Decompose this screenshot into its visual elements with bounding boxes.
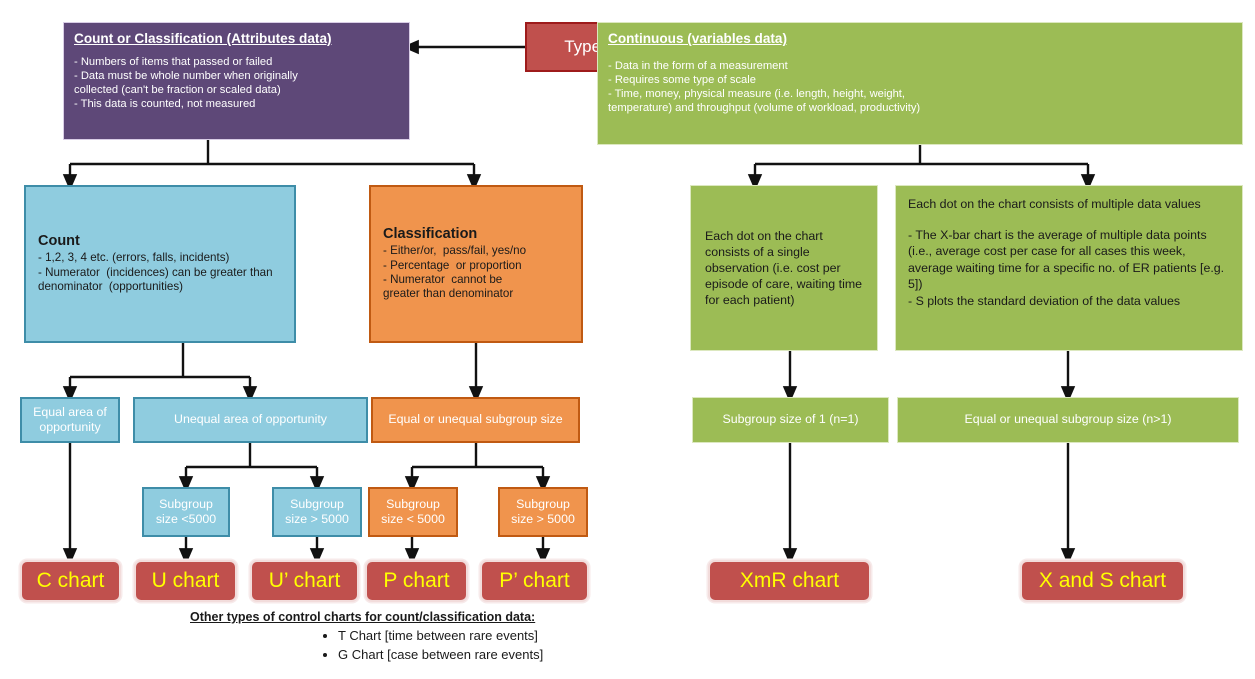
attributes-line: - Data must be whole number when origina… <box>74 69 298 82</box>
multi-observation-line: Each dot on the chart consists of multip… <box>908 197 1201 211</box>
p-prime-chart-label: P’ chart <box>499 569 570 592</box>
c-chart-label: C chart <box>36 569 105 592</box>
attributes-line: - Numbers of items that passed or failed <box>74 56 273 68</box>
footnote-list: T Chart [time between rare events] G Cha… <box>190 627 610 665</box>
classification-line: - Percentage or proportion <box>383 258 522 272</box>
count-title: Count <box>38 233 80 250</box>
node-subgroup-size-n[interactable]: Equal or unequal subgroup size (n>1) <box>897 397 1239 443</box>
node-classification[interactable]: Classification - Either/or, pass/fail, y… <box>369 185 583 343</box>
blue-subgroup-small-label: Subgroup size <5000 <box>155 496 217 527</box>
count-line: - Numerator (incidences) can be greater … <box>38 265 273 279</box>
p-chart-label: P chart <box>383 569 450 592</box>
node-orange-subgroup-small[interactable]: Subgroup size < 5000 <box>368 487 458 537</box>
continuous-line: - Data in the form of a measurement <box>608 60 788 72</box>
subgroup-size-n-label: Equal or unequal subgroup size (n>1) <box>964 412 1172 427</box>
attributes-line: collected (can't be fraction or scaled d… <box>74 83 281 96</box>
equal-area-label: Equal area of opportunity <box>33 404 107 435</box>
node-p-prime-chart[interactable]: P’ chart <box>480 560 589 602</box>
u-prime-chart-label: U’ chart <box>268 569 341 592</box>
node-p-chart[interactable]: P chart <box>365 560 468 602</box>
node-blue-subgroup-large[interactable]: Subgroup size > 5000 <box>272 487 362 537</box>
blue-subgroup-large-label: Subgroup size > 5000 <box>285 496 349 527</box>
node-equal-or-unequal-subgroup-size[interactable]: Equal or unequal subgroup size <box>371 397 580 443</box>
footnote-title: Other types of control charts for count/… <box>190 610 536 624</box>
count-line: - 1,2, 3, 4 etc. (errors, falls, inciden… <box>38 251 230 265</box>
node-xmr-chart[interactable]: XmR chart <box>708 560 871 602</box>
node-unequal-area-of-opportunity[interactable]: Unequal area of opportunity <box>133 397 368 443</box>
footnote-item: T Chart [time between rare events] <box>338 627 610 646</box>
attributes-title: Count or Classification (Attributes data… <box>74 31 332 46</box>
classification-title: Classification <box>383 226 478 243</box>
flowchart-canvas: Type of data Count or Classification (At… <box>0 0 1255 679</box>
continuous-line: - Time, money, physical measure (i.e. le… <box>608 87 906 100</box>
node-attributes-data[interactable]: Count or Classification (Attributes data… <box>63 22 410 140</box>
node-u-chart[interactable]: U chart <box>134 560 237 602</box>
count-line: denominator (opportunities) <box>38 280 184 294</box>
x-and-s-chart-label: X and S chart <box>1038 569 1167 592</box>
footnote-item: G Chart [case between rare events] <box>338 646 610 665</box>
unequal-area-label: Unequal area of opportunity <box>174 412 327 427</box>
multi-observation-line: - S plots the standard deviation of the … <box>908 293 1181 308</box>
node-equal-area-of-opportunity[interactable]: Equal area of opportunity <box>20 397 120 443</box>
equal-or-unequal-subgroup-label: Equal or unequal subgroup size <box>388 412 563 427</box>
orange-subgroup-large-label: Subgroup size > 5000 <box>511 496 575 527</box>
classification-line: - Either/or, pass/fail, yes/no <box>383 244 527 258</box>
orange-subgroup-small-label: Subgroup size < 5000 <box>381 496 445 527</box>
node-u-prime-chart[interactable]: U’ chart <box>250 560 359 602</box>
node-single-observation[interactable]: Each dot on the chart consists of a sing… <box>690 185 878 351</box>
subgroup-size-1-label: Subgroup size of 1 (n=1) <box>722 412 859 427</box>
node-subgroup-size-of-1[interactable]: Subgroup size of 1 (n=1) <box>692 397 889 443</box>
footnote-block: Other types of control charts for count/… <box>190 610 610 665</box>
continuous-title: Continuous (variables data) <box>608 31 788 46</box>
continuous-line: temperature) and throughput (volume of w… <box>608 101 921 114</box>
classification-line: greater than denominator <box>383 287 514 301</box>
node-orange-subgroup-large[interactable]: Subgroup size > 5000 <box>498 487 588 537</box>
node-c-chart[interactable]: C chart <box>20 560 121 602</box>
classification-line: - Numerator cannot be <box>383 273 503 286</box>
node-continuous-data[interactable]: Continuous (variables data) - Data in th… <box>597 22 1243 145</box>
node-blue-subgroup-small[interactable]: Subgroup size <5000 <box>142 487 230 537</box>
xmr-chart-label: XmR chart <box>739 569 840 592</box>
attributes-line: - This data is counted, not measured <box>74 97 256 110</box>
continuous-line: - Requires some type of scale <box>608 73 756 86</box>
node-x-and-s-chart[interactable]: X and S chart <box>1020 560 1185 602</box>
node-multiple-observation[interactable]: Each dot on the chart consists of multip… <box>895 185 1243 351</box>
node-count[interactable]: Count - 1,2, 3, 4 etc. (errors, falls, i… <box>24 185 296 343</box>
multi-observation-line: - The X-bar chart is the average of mult… <box>908 227 1228 292</box>
single-observation-text: Each dot on the chart consists of a sing… <box>705 228 863 308</box>
u-chart-label: U chart <box>151 569 220 592</box>
